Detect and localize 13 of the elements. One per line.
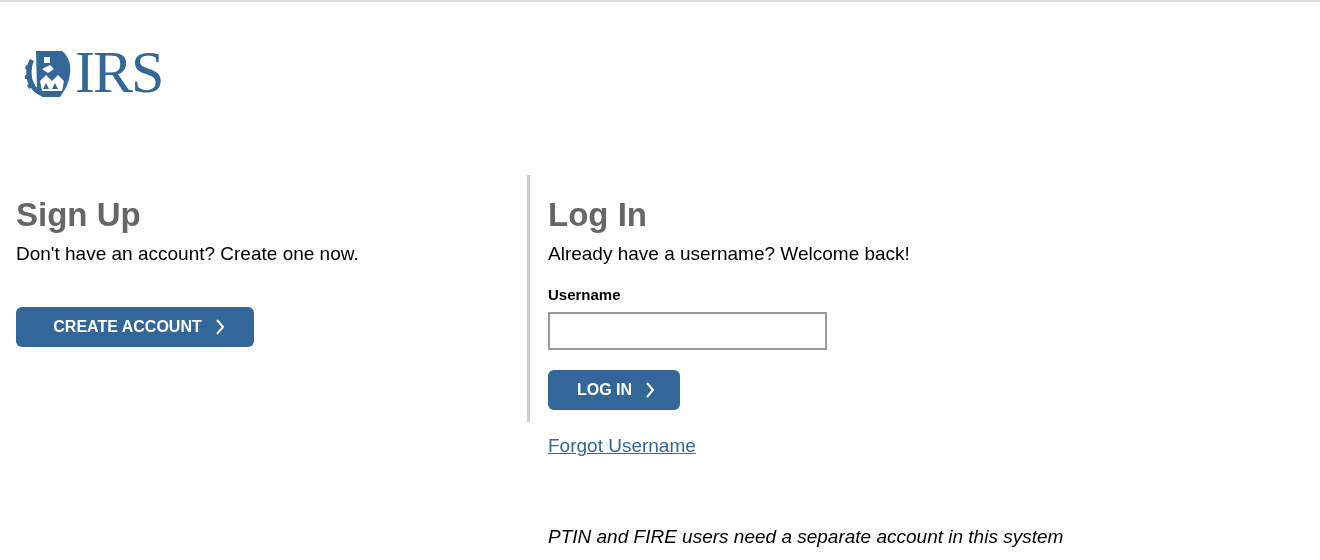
description-text: Already have a username? Welcome back! [548, 242, 911, 266]
section-heading: Log In [548, 195, 648, 235]
chevron-right-icon [215, 318, 225, 335]
log-in-button[interactable]: LOG IN [548, 370, 680, 410]
chevron-right-icon [646, 382, 656, 398]
username-field[interactable] [548, 312, 827, 350]
logo-text: IRS [75, 42, 163, 102]
forgot-username-link[interactable]: Forgot Username [548, 432, 696, 461]
note-text: PTIN and FIRE users need a separate account in this system [548, 524, 1064, 549]
section-heading: Sign Up [16, 195, 142, 235]
username-label: Username [548, 284, 622, 305]
description-text: Don't have an account? Create one now. [16, 242, 360, 266]
create-account-button[interactable]: CREATE ACCOUNT [16, 306, 254, 347]
